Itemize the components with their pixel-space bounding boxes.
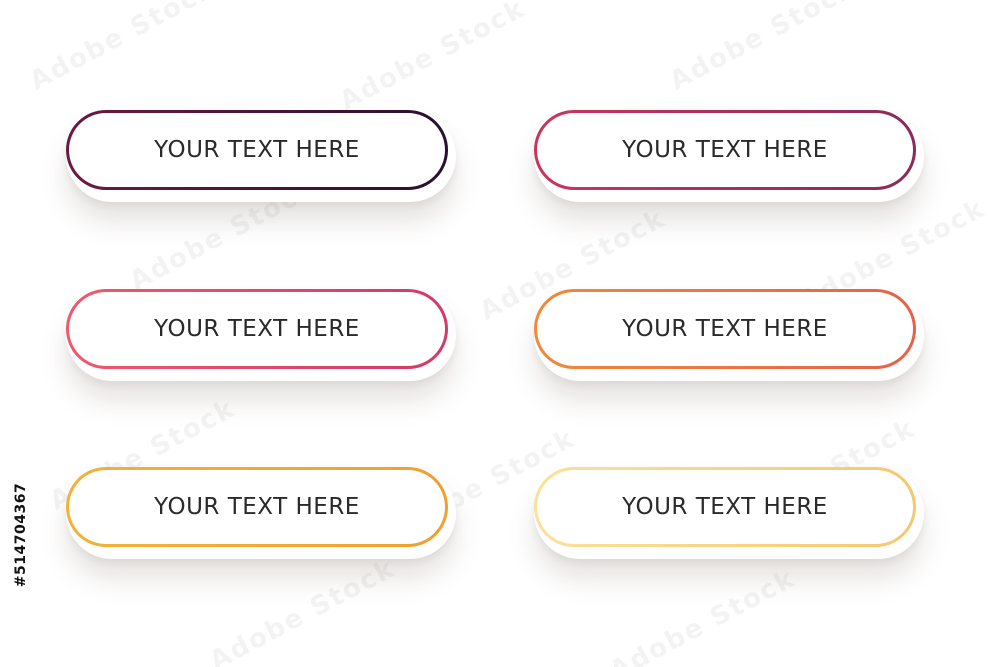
text-button-3[interactable]: YOUR TEXT HERE — [66, 289, 456, 381]
watermark-text: Adobe Stock — [204, 553, 401, 667]
button-label-4: YOUR TEXT HERE — [622, 316, 828, 342]
button-label-2: YOUR TEXT HERE — [622, 137, 828, 163]
text-button-4[interactable]: YOUR TEXT HERE — [534, 289, 924, 381]
button-label-6: YOUR TEXT HERE — [622, 494, 828, 520]
watermark-text: Adobe Stock — [604, 563, 801, 667]
watermark-text: Adobe Stock — [334, 0, 531, 117]
text-button-2[interactable]: YOUR TEXT HERE — [534, 110, 924, 202]
stock-id: #514704367 — [12, 430, 30, 640]
button-outline-1: YOUR TEXT HERE — [66, 110, 448, 190]
button-label-3: YOUR TEXT HERE — [154, 316, 360, 342]
button-outline-2: YOUR TEXT HERE — [534, 110, 916, 190]
text-button-6[interactable]: YOUR TEXT HERE — [534, 467, 924, 559]
button-label-1: YOUR TEXT HERE — [154, 137, 360, 163]
button-outline-5: YOUR TEXT HERE — [66, 467, 448, 547]
button-outline-6: YOUR TEXT HERE — [534, 467, 916, 547]
text-button-1[interactable]: YOUR TEXT HERE — [66, 110, 456, 202]
canvas: Adobe Stock Adobe Stock Adobe Stock Adob… — [0, 0, 1000, 667]
button-outline-4: YOUR TEXT HERE — [534, 289, 916, 369]
stock-id-text: #514704367 — [13, 482, 29, 588]
watermark-text: Adobe Stock — [24, 0, 221, 97]
watermark-text: Adobe Stock — [664, 0, 861, 97]
button-outline-3: YOUR TEXT HERE — [66, 289, 448, 369]
button-label-5: YOUR TEXT HERE — [154, 494, 360, 520]
text-button-5[interactable]: YOUR TEXT HERE — [66, 467, 456, 559]
